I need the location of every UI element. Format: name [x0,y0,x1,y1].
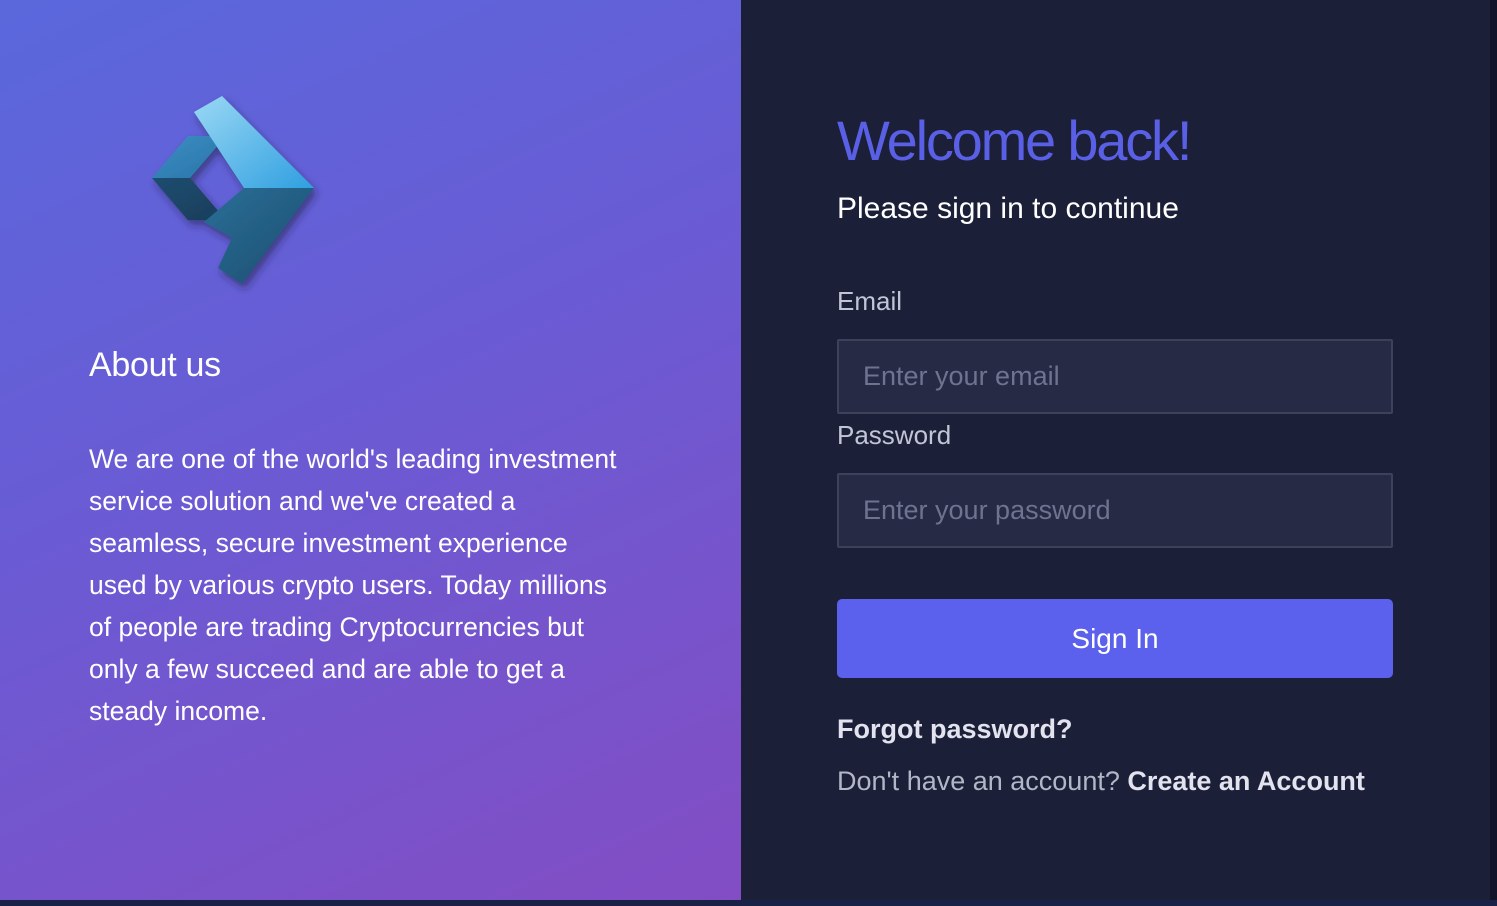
welcome-title: Welcome back! [837,109,1192,172]
about-panel: About us We are one of the world's leadi… [0,0,741,900]
double-chevron-right-icon [138,88,338,298]
sign-in-button[interactable]: Sign In [837,599,1393,678]
password-label: Password [837,420,952,450]
window-edge-right [1490,0,1497,906]
about-title: About us [89,346,221,384]
password-input[interactable] [837,473,1393,548]
about-description: We are one of the world's leading invest… [89,444,617,726]
signup-prompt: Don't have an account? Create an Account [837,766,1365,797]
email-label: Email [837,286,903,316]
window-edge-bottom [0,900,1497,906]
create-account-link[interactable]: Create an Account [1127,766,1365,796]
signin-subtitle: Please sign in to continue [837,192,1179,225]
forgot-password-link[interactable]: Forgot password? [837,714,1073,745]
email-input[interactable] [837,339,1393,414]
login-page: About us We are one of the world's leadi… [0,0,1497,906]
no-account-text: Don't have an account? [837,766,1128,796]
